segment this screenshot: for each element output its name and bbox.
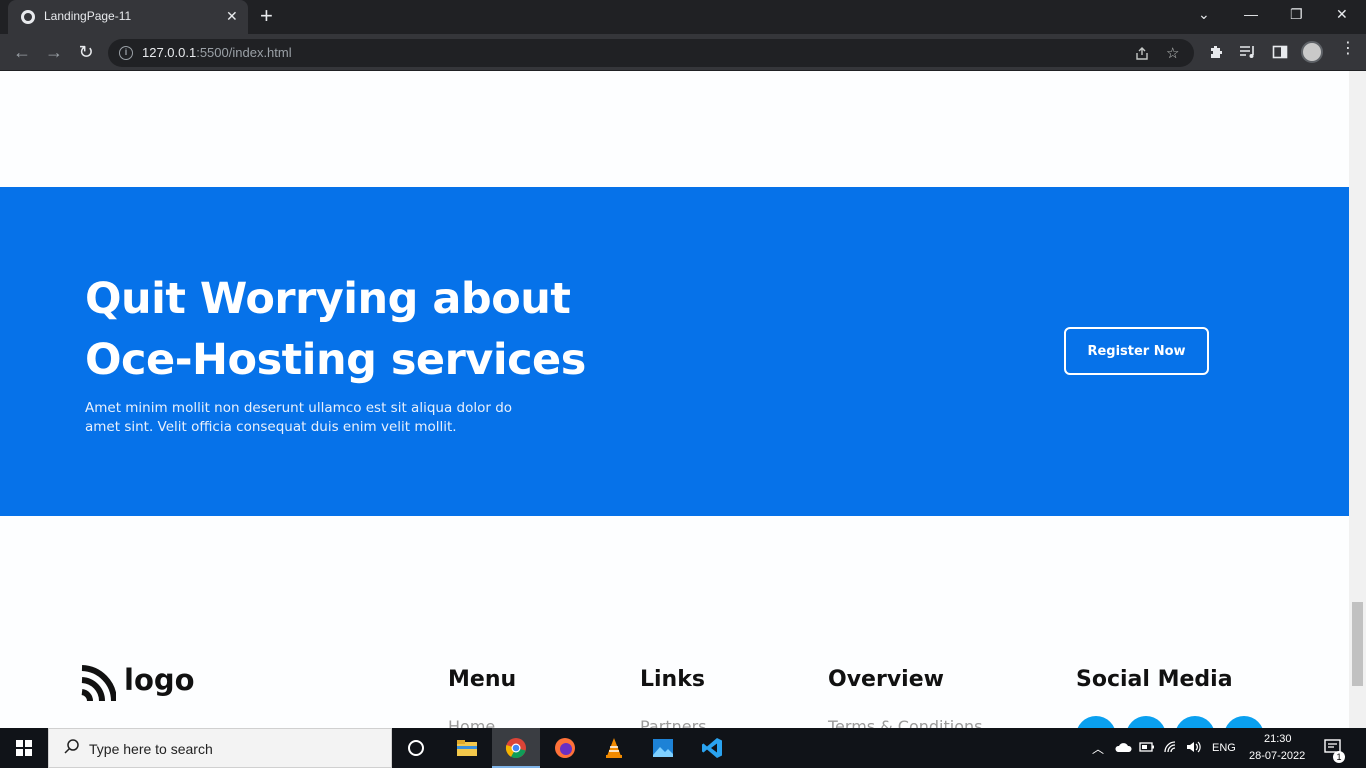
search-placeholder: Type here to search	[89, 741, 213, 757]
tray-chevron-up-icon[interactable]: ︿	[1092, 740, 1104, 757]
bookmark-star-icon[interactable]: ☆	[1166, 44, 1179, 62]
new-tab-button[interactable]: +	[260, 5, 273, 27]
tab-title: LandingPage-11	[44, 9, 132, 23]
cta-heading: Quit Worrying about Oce-Hosting services	[85, 274, 586, 385]
search-icon	[64, 739, 79, 754]
wifi-icon[interactable]	[1163, 740, 1179, 754]
task-view-icon[interactable]	[408, 740, 424, 756]
chrome-app[interactable]	[492, 728, 540, 768]
onedrive-cloud-icon[interactable]	[1114, 740, 1132, 754]
minimize-button[interactable]: —	[1244, 6, 1258, 22]
firefox-icon	[555, 738, 575, 758]
firefox-app[interactable]	[541, 728, 589, 768]
restore-button[interactable]: ❐	[1290, 6, 1303, 22]
social-icon-3[interactable]	[1175, 716, 1215, 728]
language-indicator[interactable]: ENG	[1212, 742, 1236, 754]
cta-subtext: Amet minim mollit non deserunt ullamco e…	[85, 400, 513, 435]
vscode-app[interactable]	[688, 728, 736, 768]
side-panel-icon[interactable]	[1272, 44, 1288, 60]
browser-toolbar: ← → ↻ i 127.0.0.1:5500/index.html ☆ ⋮	[0, 34, 1366, 71]
address-bar[interactable]: i 127.0.0.1:5500/index.html ☆	[108, 39, 1194, 67]
social-icon-1[interactable]	[1076, 716, 1116, 728]
social-icon-4[interactable]	[1224, 716, 1264, 728]
back-button[interactable]: ←	[11, 41, 33, 63]
windows-taskbar: Type here to search ︿ ENG 21:30 28-07-20…	[0, 728, 1366, 768]
more-menu-icon[interactable]: ⋮	[1340, 41, 1356, 57]
tab-close-icon[interactable]: ✕	[226, 8, 238, 24]
vlc-app[interactable]	[590, 728, 638, 768]
extensions-icon[interactable]	[1208, 44, 1224, 60]
footer-heading-menu: Menu	[448, 667, 517, 692]
chrome-icon	[505, 738, 526, 758]
footer-link-terms[interactable]: Terms & Conditions	[828, 717, 982, 728]
profile-avatar[interactable]	[1301, 41, 1323, 63]
windows-start-icon[interactable]	[16, 740, 32, 756]
logo-text: logo	[124, 663, 195, 697]
volume-icon[interactable]	[1185, 740, 1203, 754]
tab-search-chevron-icon[interactable]: ⌄	[1198, 6, 1210, 22]
globe-icon	[21, 10, 35, 24]
battery-icon[interactable]	[1139, 740, 1155, 754]
forward-button[interactable]: →	[43, 41, 65, 63]
photos-icon	[653, 739, 673, 757]
clock-time[interactable]: 21:30	[1264, 733, 1292, 745]
logo-icon	[81, 665, 116, 702]
page-viewport: Quit Worrying about Oce-Hosting services…	[0, 71, 1349, 728]
clock-date[interactable]: 28-07-2022	[1249, 750, 1305, 762]
social-icon-2[interactable]	[1126, 716, 1166, 728]
file-explorer-app[interactable]	[443, 728, 491, 768]
close-window-button[interactable]: ✕	[1336, 6, 1348, 22]
footer-link-home[interactable]: Home	[448, 717, 495, 728]
vlc-cone-icon	[606, 738, 622, 758]
folder-icon	[457, 740, 477, 756]
scrollbar-thumb[interactable]	[1352, 602, 1363, 686]
site-info-icon[interactable]: i	[119, 46, 133, 60]
footer-heading-overview: Overview	[828, 667, 944, 692]
notification-badge: 1	[1333, 751, 1345, 763]
page-scrollbar[interactable]	[1349, 71, 1366, 728]
register-now-button[interactable]: Register Now	[1064, 327, 1209, 375]
taskbar-search-box[interactable]: Type here to search	[48, 728, 392, 768]
browser-tab-strip: LandingPage-11 ✕ + ⌄ — ❐ ✕	[0, 0, 1366, 34]
vscode-icon	[702, 738, 722, 758]
share-icon[interactable]	[1134, 46, 1150, 62]
reload-button[interactable]: ↻	[75, 41, 97, 63]
footer-heading-social-media: Social Media	[1076, 667, 1233, 692]
footer-heading-links: Links	[640, 667, 705, 692]
footer-link-partners[interactable]: Partners	[640, 717, 706, 728]
browser-tab[interactable]: LandingPage-11 ✕	[8, 0, 248, 34]
photos-app[interactable]	[639, 728, 687, 768]
cta-banner: Quit Worrying about Oce-Hosting services…	[0, 187, 1349, 516]
url-text[interactable]: 127.0.0.1:5500/index.html	[142, 45, 292, 60]
reading-list-icon[interactable]	[1239, 44, 1257, 60]
